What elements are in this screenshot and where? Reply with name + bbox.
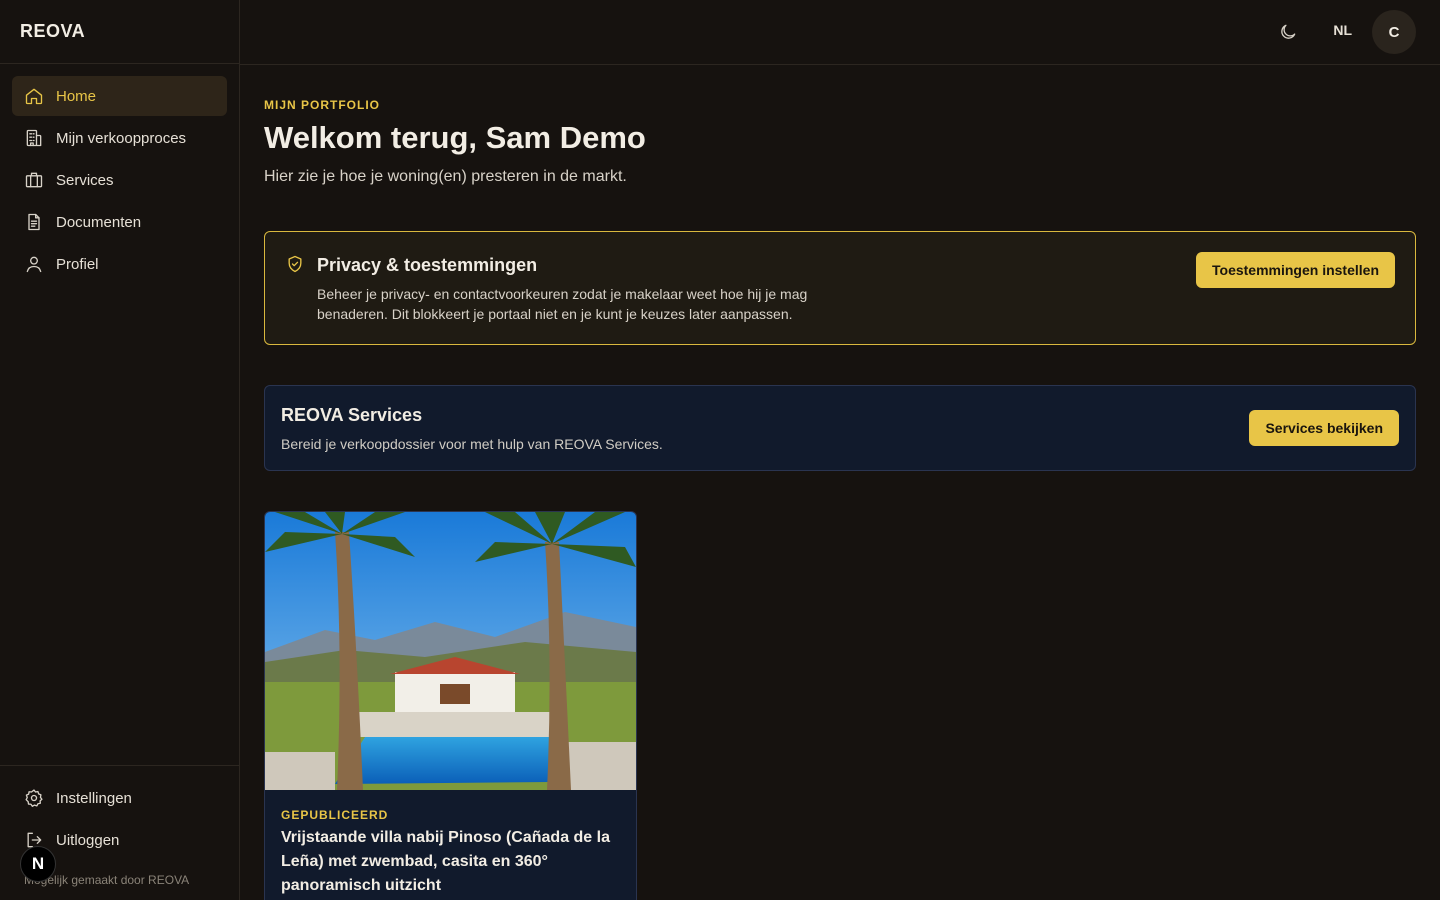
sidebar-item-documenten[interactable]: Documenten	[12, 202, 227, 242]
avatar[interactable]: C	[1372, 10, 1416, 54]
services-description: Bereid je verkoopdossier voor met hulp v…	[281, 436, 663, 452]
status-badge: GEPUBLICEERD	[281, 808, 389, 822]
sidebar-item-verkoopproces[interactable]: Mijn verkoopproces	[12, 118, 227, 158]
page-subtitle: Hier zie je hoe je woning(en) presteren …	[264, 168, 627, 185]
sidebar: REOVA Home Mijn verkoopproces Services D…	[0, 0, 240, 900]
sidebar-item-label: Profiel	[56, 255, 99, 273]
main-content: MIJN PORTFOLIO Welkom terug, Sam Demo Hi…	[264, 65, 1416, 900]
sidebar-item-instellingen[interactable]: Instellingen	[12, 778, 227, 818]
sidebar-nav: Home Mijn verkoopproces Services Documen…	[0, 64, 239, 298]
shield-icon	[285, 254, 305, 274]
sidebar-item-profiel[interactable]: Profiel	[12, 244, 227, 284]
sidebar-item-label: Instellingen	[56, 789, 132, 807]
gear-icon	[24, 788, 44, 808]
home-icon	[24, 86, 44, 106]
sidebar-item-home[interactable]: Home	[12, 76, 227, 116]
building-icon	[24, 128, 44, 148]
set-permissions-button[interactable]: Toestemmingen instellen	[1196, 252, 1395, 288]
n-badge[interactable]: N	[20, 846, 56, 882]
sidebar-bottom: Instellingen Uitloggen Mogelijk gemaakt …	[0, 765, 239, 900]
privacy-title: Privacy & toestemmingen	[317, 255, 538, 275]
page-title: Welkom terug, Sam Demo	[264, 120, 646, 155]
moon-icon[interactable]	[1276, 20, 1300, 44]
sidebar-item-label: Documenten	[56, 213, 142, 231]
privacy-description: Beheer je privacy- en contactvoorkeuren …	[317, 286, 808, 322]
document-icon	[24, 212, 44, 232]
brand-logo[interactable]: REOVA	[0, 0, 239, 64]
briefcase-icon	[24, 170, 44, 190]
language-selector[interactable]: NL	[1333, 22, 1352, 38]
view-services-button[interactable]: Services bekijken	[1249, 410, 1399, 446]
sidebar-item-label: Uitloggen	[56, 831, 120, 849]
services-title: REOVA Services	[281, 405, 423, 425]
property-title[interactable]: Vrijstaande villa nabij Pinoso (Cañada d…	[281, 826, 626, 898]
sidebar-item-label: Services	[56, 171, 114, 189]
privacy-card: Privacy & toestemmingen Beheer je privac…	[264, 231, 1416, 345]
property-photo	[265, 512, 636, 790]
sidebar-item-label: Mijn verkoopproces	[56, 129, 187, 147]
property-card[interactable]: GEPUBLICEERD Vrijstaande villa nabij Pin…	[264, 511, 637, 900]
services-card: REOVA Services Bereid je verkoopdossier …	[264, 385, 1416, 471]
topbar: NL C	[240, 0, 1440, 65]
sidebar-item-label: Home	[56, 87, 97, 105]
sidebar-item-services[interactable]: Services	[12, 160, 227, 200]
page-eyebrow: MIJN PORTFOLIO	[264, 98, 380, 112]
user-icon	[24, 254, 44, 274]
